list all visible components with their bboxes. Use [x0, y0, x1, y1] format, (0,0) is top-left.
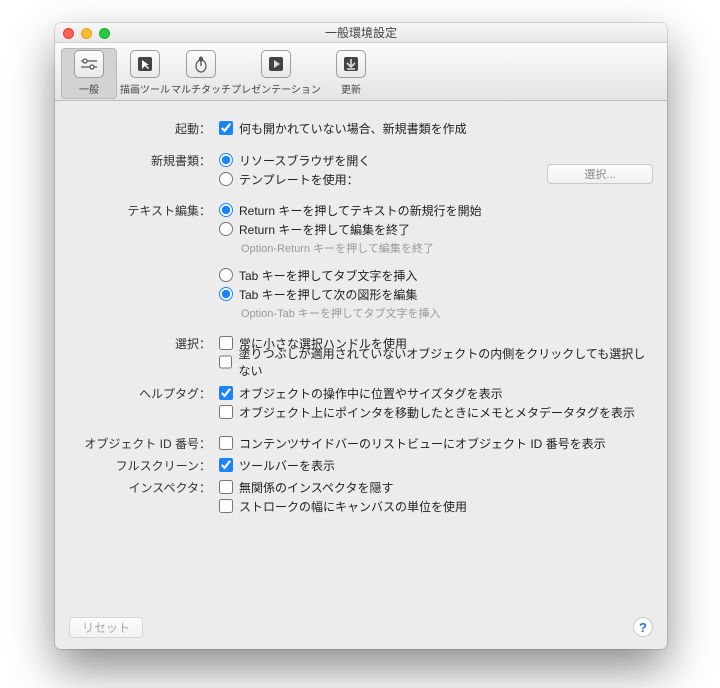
section-label-inspector: インスペクタ： [69, 478, 219, 496]
checkbox-hide-unrelated-inspectors[interactable] [219, 480, 233, 494]
checkbox-show-note-meta-tag[interactable] [219, 405, 233, 419]
checkbox-show-pos-size-tag[interactable] [219, 386, 233, 400]
radio-return-end-edit[interactable] [219, 222, 233, 236]
checkbox-no-fill-click[interactable] [219, 355, 232, 369]
preferences-window: 一般環境設定 一般 描画ツール マルチタッチ プレゼンテーション [55, 23, 667, 649]
preferences-content: 起動： 何も開かれていない場合、新規書類を作成 新規書類： リソースブラウザを開… [55, 101, 667, 528]
tab-general[interactable]: 一般 [61, 48, 117, 99]
titlebar: 一般環境設定 [55, 23, 667, 43]
checkbox-show-object-id[interactable] [219, 436, 233, 450]
section-label-newdoc: 新規書類： [69, 151, 219, 169]
section-label-helptag: ヘルプタグ： [69, 384, 219, 402]
touch-icon [186, 50, 216, 78]
tab-multitouch[interactable]: マルチタッチ [173, 48, 229, 99]
tab-drawing-tools[interactable]: 描画ツール [117, 48, 173, 99]
radio-return-newline[interactable] [219, 203, 233, 217]
sliders-icon [74, 50, 104, 78]
section-label-textedit: テキスト編集： [69, 201, 219, 219]
section-label-objectid: オブジェクト ID 番号： [69, 434, 219, 452]
play-icon [261, 50, 291, 78]
radio-use-template[interactable] [219, 172, 233, 186]
checkbox-create-new-on-launch[interactable] [219, 121, 233, 135]
zoom-window-button[interactable] [99, 28, 110, 39]
section-label-selection: 選択： [69, 334, 219, 352]
tab-presentation[interactable]: プレゼンテーション [229, 48, 323, 99]
radio-tab-next-shape[interactable] [219, 287, 233, 301]
radio-open-resource-browser[interactable] [219, 153, 233, 167]
hint-option-return: Option-Return キーを押して編集を終了 [241, 240, 653, 256]
minimize-window-button[interactable] [81, 28, 92, 39]
window-title: 一般環境設定 [55, 23, 667, 43]
download-icon [336, 50, 366, 78]
reset-button[interactable]: リセット [69, 617, 143, 638]
checkbox-fullscreen-toolbar[interactable] [219, 458, 233, 472]
footer: リセット ? [55, 605, 667, 649]
section-label-fullscreen: フルスクリーン： [69, 456, 219, 474]
close-window-button[interactable] [63, 28, 74, 39]
select-template-button[interactable]: 選択... [547, 164, 653, 184]
help-button[interactable]: ? [633, 617, 653, 637]
radio-tab-insert-char[interactable] [219, 268, 233, 282]
section-label-startup: 起動： [69, 119, 219, 137]
tab-update[interactable]: 更新 [323, 48, 379, 99]
cursor-icon [130, 50, 160, 78]
checkbox-stroke-canvas-units[interactable] [219, 499, 233, 513]
hint-option-tab: Option-Tab キーを押してタブ文字を挿入 [241, 305, 653, 321]
checkbox-small-handles[interactable] [219, 336, 233, 350]
toolbar: 一般 描画ツール マルチタッチ プレゼンテーション 更新 [55, 43, 667, 101]
